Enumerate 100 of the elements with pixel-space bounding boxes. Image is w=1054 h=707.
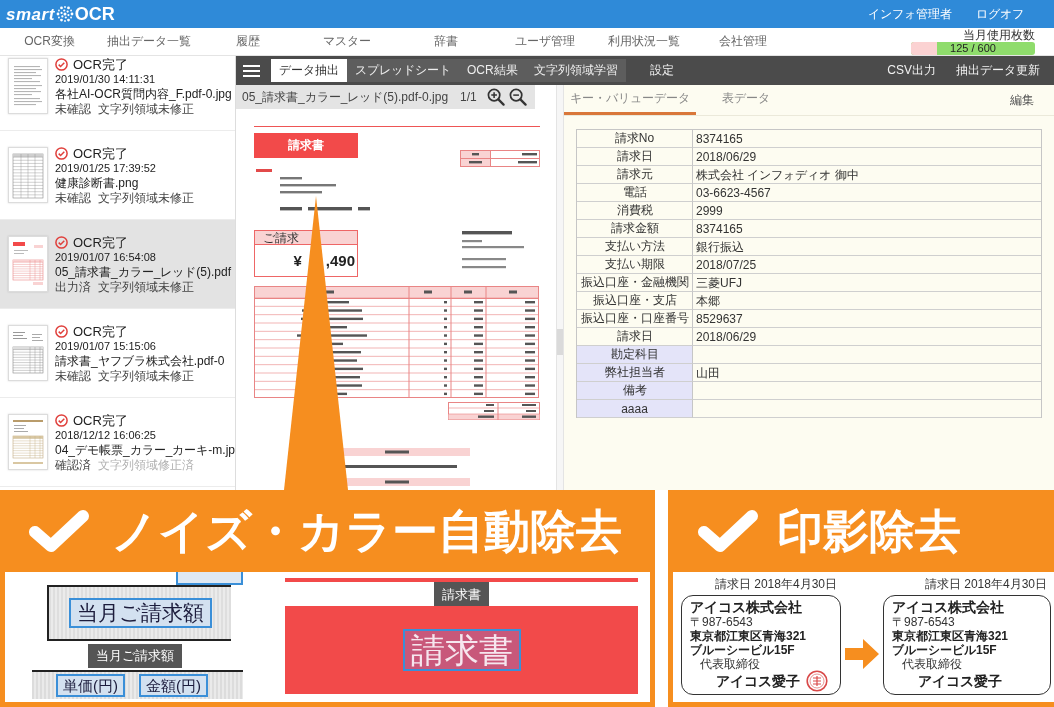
region-status: 文字列領域未修正 (98, 368, 194, 383)
field-value: 8529637 (696, 311, 743, 326)
status-text: OCR完了 (73, 56, 128, 72)
check-circle-icon (55, 57, 68, 71)
toolbar-tab[interactable]: スプレッドシート (347, 59, 459, 82)
file-name: 05_請求書_カラー_レッド(5).pdf-0.jpg (242, 88, 449, 106)
usage-label: 当月使用枚数 (963, 28, 1035, 41)
toolbar-tab[interactable]: データ抽出 (271, 59, 347, 82)
nav-item[interactable]: 履歴 (198, 33, 297, 50)
field-value: 03-6623-4567 (696, 185, 771, 200)
field-name-cell: 請求No (577, 130, 693, 148)
timestamp: 2019/01/25 17:39:52 (55, 161, 157, 175)
field-value: 8374165 (696, 221, 743, 236)
currency-sign: ¥ (293, 253, 302, 268)
timestamp: 2019/01/07 15:15:06 (55, 339, 157, 353)
role-text: 代表取締役 (902, 657, 963, 671)
review-status: 確認済 (55, 457, 91, 472)
check-circle-icon (55, 324, 68, 338)
address-text: 東京都江東区青海321 ブルーシービル15F (892, 629, 1010, 657)
check-circle-icon (55, 413, 68, 427)
toolbar-tab[interactable]: OCR結果 (459, 59, 526, 82)
status-text: OCR完了 (73, 234, 128, 250)
timestamp: 2019/01/07 16:54:08 (55, 250, 157, 264)
check-icon (697, 509, 759, 553)
field-name-cell: 支払い期限 (577, 256, 693, 274)
document-list-item[interactable]: OCR完了 2019/01/30 14:11:31 各社AI-OCR質問内容_F.pdf-0.jpg 未確認 文字列領域未修正 (0, 56, 235, 131)
nav-item[interactable]: ユーザ管理 (495, 33, 594, 50)
splitter-handle[interactable] (557, 329, 563, 355)
timestamp: 2018/12/12 16:06:25 (55, 428, 157, 442)
nav-item[interactable]: OCR変換 (0, 33, 99, 50)
date-text: 請求日 2018年4月30日 (714, 577, 837, 591)
amount-label: ご請求 (263, 231, 299, 244)
nav-item[interactable]: 辞書 (396, 33, 495, 50)
timestamp: 2019/01/30 14:11:31 (55, 72, 157, 86)
review-status: 未確認 (55, 101, 91, 116)
region-status: 文字列領域修正済 (98, 457, 194, 472)
field-name-cell: 請求元 (577, 166, 693, 184)
arrow-icon (845, 639, 879, 669)
panel-tab[interactable]: 表データ (716, 85, 776, 115)
invoice-title: 請求書 (254, 133, 358, 158)
field-name-cell: 振込口座・金融機関 (577, 274, 693, 292)
nav-item[interactable]: 利用状況一覧 (594, 33, 693, 50)
address-text: 東京都江東区青海321 ブルーシービル15F (690, 629, 808, 657)
field-name-cell: 電話 (577, 184, 693, 202)
logo-text: OCR (74, 5, 115, 23)
field-value: 山田 (696, 365, 720, 380)
edit-button[interactable]: 編集 (1004, 85, 1040, 115)
tooltip: 請求書 (434, 582, 489, 607)
field-name-cell: 振込口座・口座番号 (577, 310, 693, 328)
field-name-cell: aaaa (577, 400, 693, 418)
region-status: 文字列領域未修正 (98, 101, 194, 116)
document-thumbnail (8, 147, 48, 203)
field-value: 本郷 (696, 293, 720, 308)
detected-text-box: 当月ご請求額 (68, 598, 212, 628)
amount-value: ,490 (325, 253, 355, 268)
review-status: 出力済 (55, 279, 91, 294)
document-thumbnail (8, 325, 48, 381)
review-status: 未確認 (55, 368, 91, 383)
nav-item[interactable]: マスター (297, 33, 396, 50)
field-name-cell: 消費税 (577, 202, 693, 220)
file-name: 請求書_ヤフブラ株式会社.pdf-0 (55, 353, 225, 368)
zoom-in-icon[interactable] (486, 88, 505, 106)
nav-item[interactable]: 抽出データ一覧 (99, 33, 198, 50)
toolbar-action[interactable]: CSV出力 (887, 62, 936, 79)
person-name: アイコス愛子 (918, 673, 1002, 689)
page-number: 1/1 (460, 90, 477, 104)
region-status: 文字列領域未修正 (98, 279, 194, 294)
feature-title: ノイズ・カラー自動除去 (111, 508, 622, 554)
settings-button[interactable]: 設定 (649, 62, 674, 79)
field-value: 2018/06/29 (696, 149, 757, 164)
review-status: 未確認 (55, 190, 91, 205)
postal-code: 〒987-6543 (690, 615, 754, 629)
field-value: 銀行振込 (696, 239, 744, 254)
file-name: 各社AI-OCR質問内容_F.pdf-0.jpg (55, 86, 232, 101)
document-list-item[interactable]: OCR完了 2019/01/07 16:54:08 05_請求書_カラー_レッド(5).pdf 出力済 文字列領域未修正 (0, 220, 235, 309)
zoom-out-icon[interactable] (508, 88, 527, 106)
tooltip: 当月ご請求額 (88, 644, 182, 668)
field-name-cell: 請求金額 (577, 220, 693, 238)
check-circle-icon (55, 235, 68, 249)
logout-link[interactable]: ログオフ (976, 5, 1024, 23)
company-name: アイコス株式会社 (690, 599, 803, 615)
field-name-cell: 備考 (577, 382, 693, 400)
sparkle-icon (55, 5, 74, 23)
field-value: 三菱UFJ (696, 275, 742, 290)
field-name-cell: 請求日 (577, 148, 693, 166)
user-link[interactable]: インフォ管理者 (868, 5, 952, 23)
postal-code: 〒987-6543 (892, 615, 956, 629)
region-status: 文字列領域未修正 (98, 190, 194, 205)
date-text: 請求日 2018年4月30日 (924, 577, 1047, 591)
menu-icon[interactable] (243, 64, 260, 77)
toolbar-tab[interactable]: 文字列領域学習 (525, 59, 626, 82)
detected-text-box: 金額(円) (139, 674, 208, 697)
field-value: 2018/07/25 (696, 257, 757, 272)
field-value: 8374165 (696, 131, 743, 146)
panel-tab[interactable]: キー・バリューデータ (564, 85, 696, 115)
check-circle-icon (55, 146, 68, 160)
nav-item[interactable]: 会社管理 (693, 33, 792, 50)
status-text: OCR完了 (73, 145, 128, 161)
field-name-cell: 勘定科目 (577, 346, 693, 364)
toolbar-action[interactable]: 抽出データ更新 (956, 62, 1040, 79)
